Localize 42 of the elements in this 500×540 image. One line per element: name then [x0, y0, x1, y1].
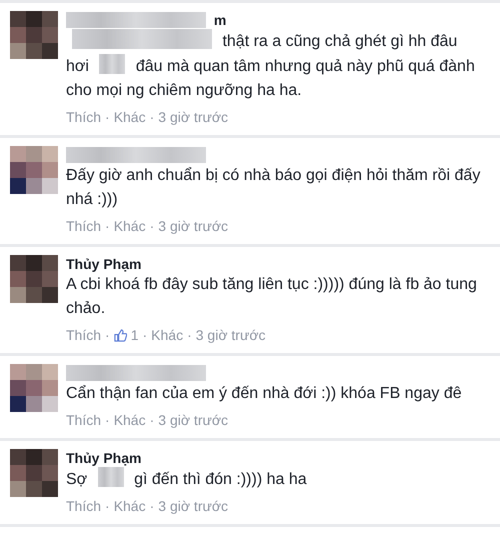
action-link[interactable]: Thích — [66, 410, 102, 431]
action-link[interactable]: Khác — [114, 216, 146, 237]
comment-text: Đấy giờ anh chuẩn bị có nhà báo gọi điện hỏi thăm rồi đấy nhá :))) — [66, 167, 480, 208]
timestamp: 3 giờ trước — [158, 108, 228, 127]
timestamp: 3 giờ trước — [196, 326, 266, 345]
redaction-block — [98, 467, 124, 487]
timestamp: 3 giờ trước — [158, 217, 228, 236]
action-link[interactable]: Khác — [114, 410, 146, 431]
action-link[interactable]: Khác — [114, 496, 146, 517]
action-link[interactable]: Khác — [114, 107, 146, 128]
separator: · — [150, 497, 154, 516]
author-name: Thủy Phạm — [66, 256, 142, 272]
separator: · — [105, 411, 110, 430]
separator: · — [150, 217, 154, 236]
comment-text: cho mọi ng chiêm ngưỡng ha ha. — [66, 82, 302, 99]
separator: · — [142, 326, 148, 345]
separator: · — [150, 108, 154, 127]
thumbs-up-icon — [114, 329, 127, 342]
separator: · — [105, 326, 110, 345]
comment-text: đâu mà quan tâm nhưng quả này phũ quá đành — [136, 58, 475, 75]
comment-text: thật ra a cũng chả ghét gì hh đâu — [222, 33, 458, 50]
author-name: Thủy Phạm — [66, 450, 142, 466]
action-link[interactable]: Thích — [66, 496, 102, 517]
timestamp: 3 giờ trước — [158, 411, 228, 430]
comment-text: Sợ — [66, 471, 88, 488]
action-link[interactable]: Thích — [66, 107, 102, 128]
separator: · — [105, 108, 110, 127]
separator: · — [187, 326, 192, 345]
separator: · — [150, 411, 154, 430]
action-link[interactable]: Khác — [151, 325, 184, 346]
separator: · — [105, 497, 110, 516]
separator: · — [105, 217, 110, 236]
comment-text: gì đến thì đón :)))) ha ha — [134, 471, 307, 488]
author-name: m — [214, 12, 226, 28]
action-link[interactable]: Thích — [66, 325, 102, 346]
like-count: 1 — [130, 326, 138, 345]
comment-text: Cẩn thận fan của em ý đến nhà đới :)) khóa FB ngay đê — [66, 385, 462, 402]
timestamp: 3 giờ trước — [158, 497, 228, 516]
comment-text: hơi — [66, 58, 89, 75]
comment-text: A cbi khoá fb đây sub tăng liên tục :))))) đúng là fb ảo tung chảo. — [66, 276, 477, 317]
action-link[interactable]: Thích — [66, 216, 102, 237]
redaction-block — [99, 54, 126, 74]
